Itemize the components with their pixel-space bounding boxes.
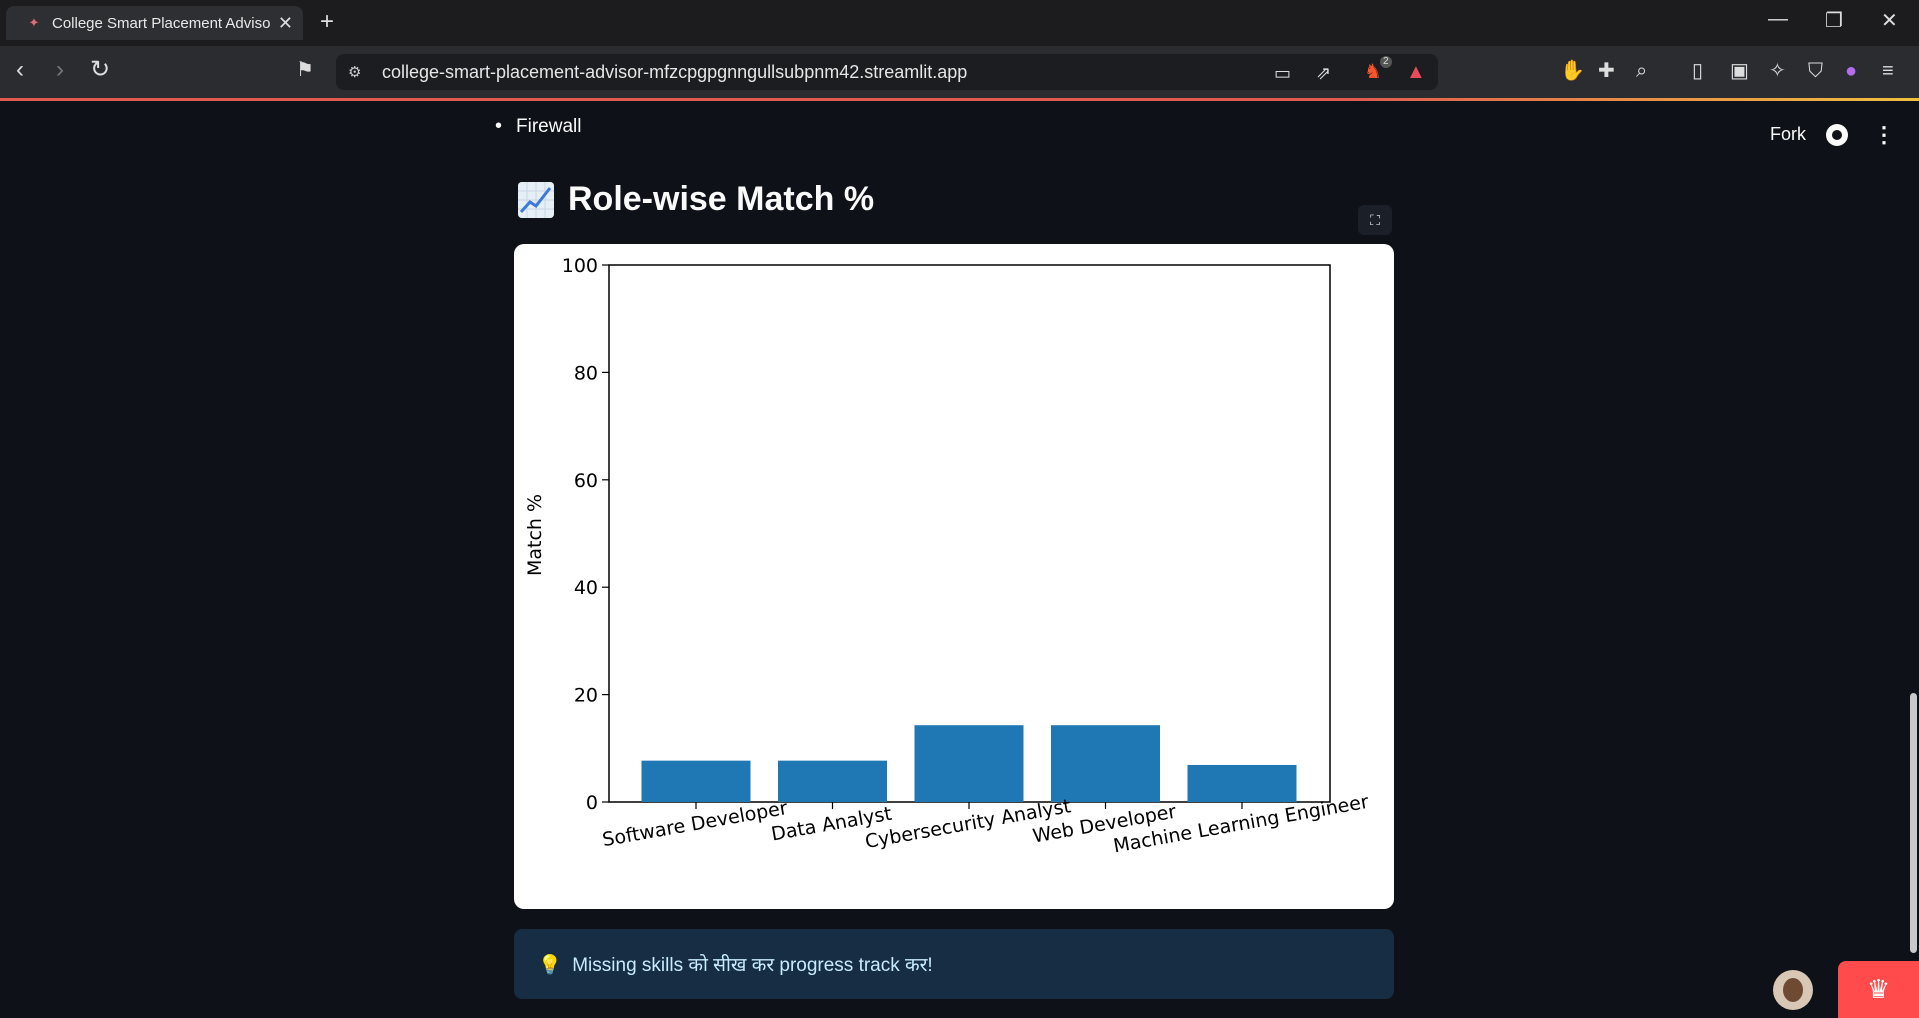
chart-increasing-icon <box>518 181 554 218</box>
reader-icon[interactable]: ⌕ <box>1636 60 1647 82</box>
browser-tab-bar: ✦ College Smart Placement Adviso ✕ + — ❐… <box>0 0 1919 46</box>
y-axis: 0 20 40 60 80 100 <box>562 255 609 814</box>
info-alert: 💡 Missing skills को सीख कर progress trac… <box>514 929 1394 999</box>
plot-area <box>608 264 1331 803</box>
y-tick-label: 100 <box>562 255 598 277</box>
minimize-icon[interactable]: — <box>1768 8 1788 31</box>
reload-icon[interactable]: ↻ <box>90 58 110 82</box>
y-tick-label: 60 <box>574 470 598 492</box>
avatar[interactable] <box>1773 970 1813 1010</box>
y-tick-label: 20 <box>574 685 598 707</box>
fullscreen-button[interactable]: ⛶ <box>1358 205 1392 235</box>
fork-button[interactable]: Fork <box>1770 124 1806 145</box>
restore-icon[interactable]: ❐ <box>1825 8 1843 33</box>
bar <box>1051 725 1160 802</box>
bar <box>914 725 1024 802</box>
url-text: college-smart-placement-advisor-mfzcpgpg… <box>382 62 968 82</box>
shields-badge: 2 <box>1380 56 1392 68</box>
section-title: Role-wise Match % <box>518 180 874 219</box>
info-text: Missing skills को सीख कर progress track … <box>572 955 933 976</box>
github-icon[interactable] <box>1826 124 1848 146</box>
tab-favicon-icon: ✦ <box>28 15 40 30</box>
ai-icon[interactable]: ✧ <box>1769 60 1786 82</box>
streamlit-badge-crown-icon[interactable]: ♛ <box>1838 961 1919 1018</box>
chart-card: 0 20 40 60 80 100 Software Developer Data Anal… <box>514 244 1394 909</box>
bar <box>778 760 887 802</box>
y-tick-label: 40 <box>574 577 598 599</box>
brave-shields-icon[interactable]: ♞ <box>1364 61 1382 83</box>
bar-chart: 020406080100 Software DeveloperData Anal… <box>524 255 1370 857</box>
tab-title: College Smart Placement Adviso <box>52 14 271 32</box>
x-tick-label: Software Developer <box>601 797 790 851</box>
bar <box>1187 764 1297 802</box>
y-tick-label: 80 <box>574 362 598 384</box>
profile-icon[interactable]: ● <box>1845 60 1857 82</box>
new-tab-icon[interactable]: + <box>320 8 334 36</box>
cast-icon[interactable]: ▭ <box>1274 62 1291 84</box>
forward-icon[interactable]: › <box>56 58 64 82</box>
share-icon[interactable]: ⇗ <box>1316 62 1331 84</box>
address-bar[interactable]: ⚙ college-smart-placement-advisor-mfzcpg… <box>336 54 1438 90</box>
browser-tab[interactable]: ✦ College Smart Placement Adviso ✕ <box>6 6 303 40</box>
bars <box>641 725 1297 802</box>
y-tick-label: 0 <box>586 792 598 814</box>
bookmark-icon[interactable]: ⚑ <box>296 58 314 82</box>
sidebar-icon[interactable]: ▯ <box>1692 60 1703 82</box>
browser-nav-bar: ‹ › ↻ ⚑ ⚙ college-smart-placement-adviso… <box>0 46 1919 98</box>
leo-icon[interactable]: ✋ <box>1560 60 1585 82</box>
section-title-text: Role-wise Match % <box>568 180 875 218</box>
window-close-icon[interactable]: ✕ <box>1881 8 1898 33</box>
loading-bar <box>0 98 1919 101</box>
y-axis-label: Match % <box>524 494 546 576</box>
more-options-icon[interactable]: ⋮ <box>1873 122 1895 148</box>
scrollbar-thumb[interactable] <box>1910 693 1917 953</box>
lightbulb-icon: 💡 <box>538 955 562 976</box>
wallet-icon[interactable]: ▣ <box>1730 60 1749 82</box>
site-info-icon[interactable]: ⚙ <box>348 63 361 81</box>
tab-close-icon[interactable]: ✕ <box>278 13 293 34</box>
menu-icon[interactable]: ≡ <box>1882 60 1894 82</box>
back-icon[interactable]: ‹ <box>16 58 24 82</box>
list-item: Firewall <box>495 115 582 138</box>
extensions-icon[interactable]: ✚ <box>1598 60 1615 82</box>
bar <box>641 760 751 802</box>
brave-rewards-icon[interactable]: ▲ <box>1406 61 1426 83</box>
vpn-icon[interactable]: ⛉ <box>1808 60 1823 82</box>
